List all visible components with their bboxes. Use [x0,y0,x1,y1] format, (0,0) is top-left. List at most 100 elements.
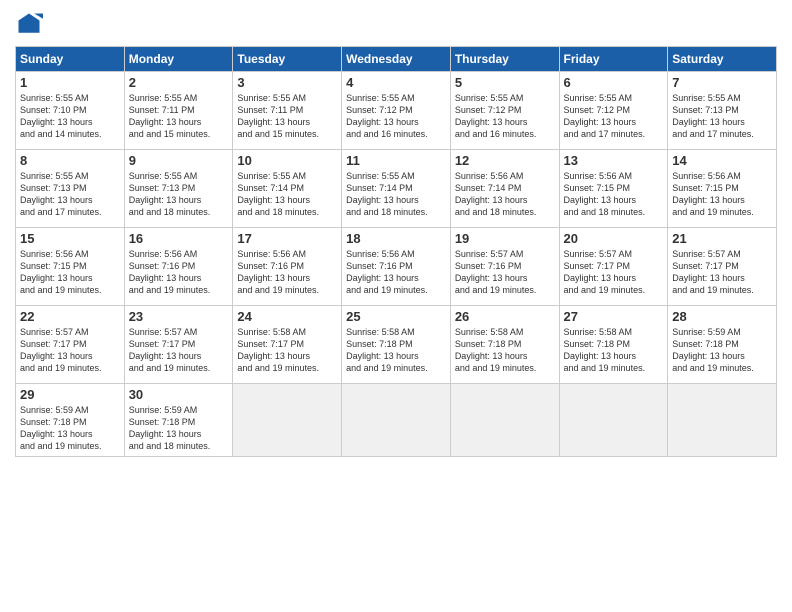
day-info: Sunrise: 5:57 AMSunset: 7:17 PMDaylight:… [672,248,772,297]
sunrise-text: Sunrise: 5:55 AM [564,92,664,104]
calendar-week-3: 15Sunrise: 5:56 AMSunset: 7:15 PMDayligh… [16,228,777,306]
daylight-text-cont: and and 19 minutes. [237,362,337,374]
daylight-text: Daylight: 13 hours [346,350,446,362]
daylight-text-cont: and and 18 minutes. [129,206,229,218]
day-info: Sunrise: 5:55 AMSunset: 7:13 PMDaylight:… [20,170,120,219]
daylight-text-cont: and and 17 minutes. [672,128,772,140]
daylight-text-cont: and and 18 minutes. [455,206,555,218]
day-number: 13 [564,153,664,168]
calendar-cell: 11Sunrise: 5:55 AMSunset: 7:14 PMDayligh… [342,150,451,228]
daylight-text: Daylight: 13 hours [20,272,120,284]
daylight-text-cont: and and 19 minutes. [672,206,772,218]
calendar-cell: 1Sunrise: 5:55 AMSunset: 7:10 PMDaylight… [16,72,125,150]
weekday-row: SundayMondayTuesdayWednesdayThursdayFrid… [16,47,777,72]
day-info: Sunrise: 5:56 AMSunset: 7:16 PMDaylight:… [237,248,337,297]
daylight-text: Daylight: 13 hours [346,272,446,284]
sunset-text: Sunset: 7:18 PM [455,338,555,350]
calendar-cell [233,384,342,457]
sunrise-text: Sunrise: 5:55 AM [455,92,555,104]
day-number: 2 [129,75,229,90]
daylight-text: Daylight: 13 hours [564,350,664,362]
day-number: 28 [672,309,772,324]
calendar-cell: 16Sunrise: 5:56 AMSunset: 7:16 PMDayligh… [124,228,233,306]
day-info: Sunrise: 5:58 AMSunset: 7:18 PMDaylight:… [564,326,664,375]
daylight-text-cont: and and 19 minutes. [346,284,446,296]
sunrise-text: Sunrise: 5:57 AM [129,326,229,338]
daylight-text: Daylight: 13 hours [455,116,555,128]
sunset-text: Sunset: 7:17 PM [564,260,664,272]
calendar-week-4: 22Sunrise: 5:57 AMSunset: 7:17 PMDayligh… [16,306,777,384]
sunrise-text: Sunrise: 5:57 AM [564,248,664,260]
calendar-cell: 14Sunrise: 5:56 AMSunset: 7:15 PMDayligh… [668,150,777,228]
day-number: 19 [455,231,555,246]
daylight-text-cont: and and 18 minutes. [564,206,664,218]
day-number: 1 [20,75,120,90]
daylight-text-cont: and and 17 minutes. [20,206,120,218]
day-info: Sunrise: 5:57 AMSunset: 7:17 PMDaylight:… [129,326,229,375]
calendar-cell: 29 Sunrise: 5:59 AMSunset: 7:18 PMDayligh… [16,384,125,457]
daylight-text-cont: and and 19 minutes. [564,284,664,296]
sunset-text: Sunset: 7:12 PM [455,104,555,116]
sunset-text: Sunset: 7:18 PM [20,416,120,428]
daylight-text: Daylight: 13 hours [129,116,229,128]
daylight-text: Daylight: 13 hours [564,116,664,128]
day-info: Sunrise: 5:59 AMSunset: 7:18 PMDaylight:… [672,326,772,375]
day-info: Sunrise: 5:58 AMSunset: 7:17 PMDaylight:… [237,326,337,375]
logo [15,10,47,38]
calendar-cell: 4Sunrise: 5:55 AMSunset: 7:12 PMDaylight… [342,72,451,150]
sunset-text: Sunset: 7:17 PM [237,338,337,350]
day-info: Sunrise: 5:55 AMSunset: 7:13 PMDaylight:… [129,170,229,219]
weekday-header-thursday: Thursday [450,47,559,72]
sunrise-text: Sunrise: 5:57 AM [20,326,120,338]
sunrise-text: Sunrise: 5:56 AM [455,170,555,182]
calendar-cell: 15Sunrise: 5:56 AMSunset: 7:15 PMDayligh… [16,228,125,306]
sunset-text: Sunset: 7:15 PM [672,182,772,194]
day-info: Sunrise: 5:59 AMSunset: 7:18 PMDaylight:… [20,404,120,453]
sunrise-text: Sunrise: 5:55 AM [20,92,120,104]
day-info: Sunrise: 5:55 AMSunset: 7:13 PMDaylight:… [672,92,772,141]
page: SundayMondayTuesdayWednesdayThursdayFrid… [0,0,792,612]
sunset-text: Sunset: 7:16 PM [129,260,229,272]
sunset-text: Sunset: 7:11 PM [129,104,229,116]
sunset-text: Sunset: 7:17 PM [129,338,229,350]
calendar-cell: 27Sunrise: 5:58 AMSunset: 7:18 PMDayligh… [559,306,668,384]
calendar-cell: 18Sunrise: 5:56 AMSunset: 7:16 PMDayligh… [342,228,451,306]
daylight-text: Daylight: 13 hours [564,272,664,284]
sunset-text: Sunset: 7:14 PM [455,182,555,194]
day-number: 12 [455,153,555,168]
daylight-text: Daylight: 13 hours [455,272,555,284]
sunrise-text: Sunrise: 5:57 AM [455,248,555,260]
calendar-cell: 24Sunrise: 5:58 AMSunset: 7:17 PMDayligh… [233,306,342,384]
calendar-cell: 6Sunrise: 5:55 AMSunset: 7:12 PMDaylight… [559,72,668,150]
sunset-text: Sunset: 7:12 PM [346,104,446,116]
day-number: 11 [346,153,446,168]
sunset-text: Sunset: 7:17 PM [20,338,120,350]
sunrise-text: Sunrise: 5:55 AM [237,92,337,104]
daylight-text-cont: and and 15 minutes. [237,128,337,140]
logo-icon [15,10,43,38]
day-number: 5 [455,75,555,90]
sunset-text: Sunset: 7:11 PM [237,104,337,116]
sunset-text: Sunset: 7:14 PM [346,182,446,194]
day-info: Sunrise: 5:55 AMSunset: 7:14 PMDaylight:… [237,170,337,219]
day-info: Sunrise: 5:55 AMSunset: 7:11 PMDaylight:… [129,92,229,141]
sunrise-text: Sunrise: 5:55 AM [20,170,120,182]
day-number: 15 [20,231,120,246]
sunset-text: Sunset: 7:13 PM [20,182,120,194]
day-number: 29 [20,387,120,402]
daylight-text: Daylight: 13 hours [237,116,337,128]
day-number: 30 [129,387,229,402]
weekday-header-wednesday: Wednesday [342,47,451,72]
sunset-text: Sunset: 7:17 PM [672,260,772,272]
calendar-header: SundayMondayTuesdayWednesdayThursdayFrid… [16,47,777,72]
daylight-text: Daylight: 13 hours [129,194,229,206]
day-info: Sunrise: 5:55 AMSunset: 7:12 PMDaylight:… [564,92,664,141]
sunrise-text: Sunrise: 5:56 AM [20,248,120,260]
day-number: 17 [237,231,337,246]
day-number: 4 [346,75,446,90]
day-info: Sunrise: 5:56 AMSunset: 7:16 PMDaylight:… [129,248,229,297]
day-number: 25 [346,309,446,324]
daylight-text-cont: and and 19 minutes. [129,362,229,374]
calendar-cell: 20Sunrise: 5:57 AMSunset: 7:17 PMDayligh… [559,228,668,306]
day-info: Sunrise: 5:57 AMSunset: 7:17 PMDaylight:… [564,248,664,297]
